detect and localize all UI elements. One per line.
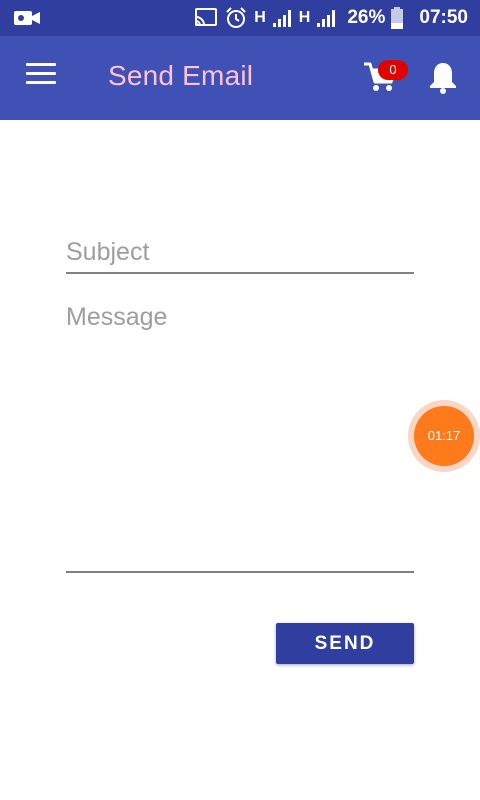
signal-icon [317, 9, 337, 27]
network-type-1: H [254, 9, 266, 26]
message-field[interactable] [66, 303, 414, 573]
status-left-icons [14, 8, 40, 33]
page-title: Send Email [108, 60, 254, 91]
status-right-cluster: H H 26% 07:50 [194, 0, 468, 36]
menu-icon[interactable] [26, 63, 58, 93]
network-type-2: H [298, 9, 311, 26]
battery-percent: 26% [347, 7, 386, 28]
cast-icon [194, 8, 218, 28]
send-button[interactable]: SEND [276, 623, 414, 664]
status-bar: H H 26% 07:50 [0, 0, 480, 36]
subject-field[interactable] [66, 232, 414, 274]
app-bar: Send Email 0 [0, 36, 480, 120]
battery-icon [391, 7, 404, 29]
alarm-icon [224, 6, 248, 30]
timer-bubble[interactable]: 01:17 [414, 406, 474, 466]
cart-count-badge: 0 [378, 60, 408, 80]
bell-icon[interactable] [428, 60, 462, 96]
signal-icon [272, 9, 293, 27]
video-camera-icon [14, 8, 40, 28]
status-time: 07:50 [419, 7, 468, 28]
